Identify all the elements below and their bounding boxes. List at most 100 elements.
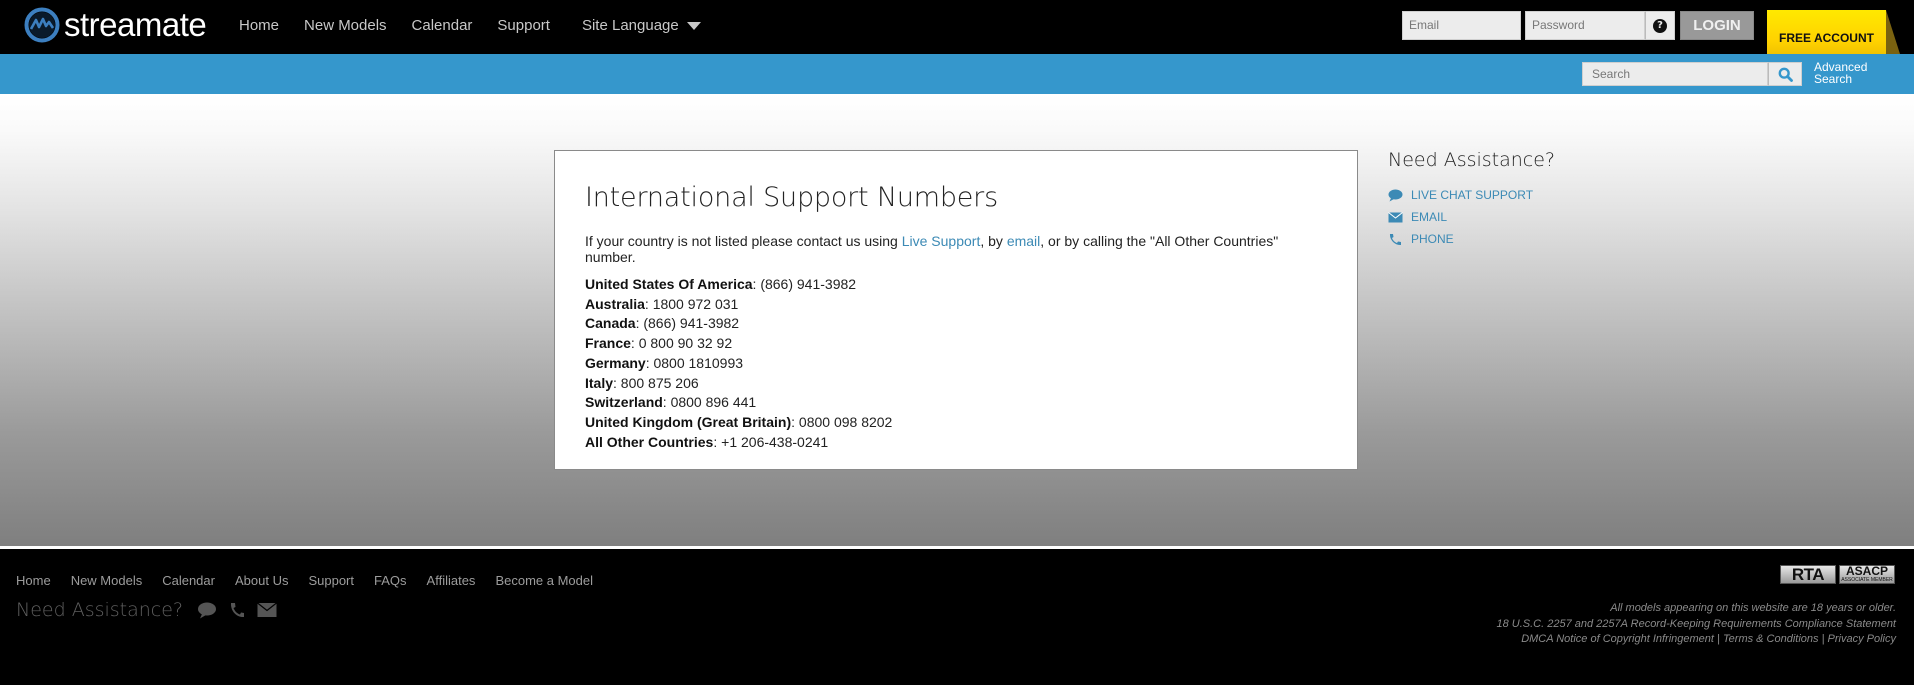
need-assistance-panel: Need Assistance? LIVE CHAT SUPPORT EMAIL (1388, 149, 1555, 250)
phone-icon (1389, 233, 1401, 245)
list-item: All Other Countries: +1 206-438-0241 (585, 433, 829, 450)
legal-notices: All models appearing on this website are… (1497, 601, 1897, 648)
list-item: Germany: 0800 1810993 (585, 354, 744, 371)
footer-nav-about-us[interactable]: About Us (235, 573, 288, 588)
country-name: All Other Countries (585, 433, 714, 450)
search-form: Search (1582, 62, 1802, 86)
footer-nav: Home New Models Calendar About Us Suppor… (16, 573, 613, 588)
envelope-icon (1388, 211, 1403, 222)
logo-icon (24, 7, 60, 43)
footer-nav-home[interactable]: Home (16, 573, 51, 588)
phone-icon[interactable] (229, 601, 245, 619)
list-item: Switzerland: 0800 896 441 (585, 394, 757, 411)
search-bar: Search Advanced Search (0, 54, 1914, 94)
forgot-password-button[interactable]: ? (1645, 11, 1675, 40)
list-item: Australia: 1800 972 031 (585, 295, 739, 312)
phone-number: +1 206-438-0241 (721, 433, 829, 450)
assistance-links: LIVE CHAT SUPPORT EMAIL PHONE (1388, 184, 1555, 250)
country-name: Canada (585, 315, 636, 332)
footer-nav-support[interactable]: Support (308, 573, 354, 588)
assistance-link-label: PHONE (1411, 232, 1454, 246)
phone-number: 800 875 206 (620, 374, 699, 391)
search-input[interactable]: Search (1582, 62, 1768, 86)
list-item: Italy: 800 875 206 (585, 374, 699, 391)
footer-need-assistance-title: Need Assistance? (16, 599, 184, 621)
asacp-badge-sub: ASSOCIATE MEMBER (1841, 577, 1893, 583)
dmca-link[interactable]: DMCA Notice of Copyright Infringement (1521, 633, 1714, 645)
advanced-search-link[interactable]: Advanced Search (1814, 61, 1867, 85)
top-nav-bar: streamate Home New Models Calendar Suppo… (0, 0, 1914, 54)
need-assistance-title: Need Assistance? (1388, 149, 1556, 171)
envelope-icon[interactable] (257, 602, 277, 618)
phone-number: 1800 972 031 (652, 295, 739, 312)
age-statement: All models appearing on this website are… (1610, 602, 1896, 614)
list-item: Canada: (866) 941-3982 (585, 315, 740, 332)
country-name: Germany (585, 354, 646, 371)
legal-separator: | (1818, 633, 1828, 645)
email-input[interactable]: Email (1402, 11, 1521, 40)
email-support-link[interactable]: EMAIL (1388, 206, 1555, 228)
brand-name: streamate (64, 6, 207, 43)
legal-separator: | (1713, 633, 1723, 645)
phone-number: 0800 1810993 (653, 354, 744, 371)
caret-down-icon (686, 22, 701, 30)
intro-text-part: , by (980, 233, 1007, 249)
free-account-ribbon-fold (1886, 10, 1900, 54)
assistance-link-label: EMAIL (1411, 210, 1448, 224)
list-item: United Kingdom (Great Britain): 0800 098… (585, 413, 893, 430)
compliance-statement-link[interactable]: 18 U.S.C. 2257 and 2257A Record-Keeping … (1497, 618, 1897, 630)
footer-nav-faqs[interactable]: FAQs (374, 573, 407, 588)
password-input[interactable]: Password (1525, 11, 1645, 40)
live-support-link[interactable]: Live Support (902, 233, 981, 249)
nav-home[interactable]: Home (239, 17, 279, 34)
chat-bubble-icon[interactable] (197, 601, 217, 619)
question-circle-icon: ? (1653, 18, 1667, 33)
intro-text-part: If your country is not listed please con… (585, 233, 902, 249)
advanced-search-line2: Search (1814, 72, 1853, 86)
intro-text: If your country is not listed please con… (585, 233, 1327, 265)
country-name: France (585, 335, 631, 352)
privacy-policy-link[interactable]: Privacy Policy (1828, 633, 1896, 645)
phone-number: 0800 896 441 (670, 394, 757, 411)
footer-nav-new-models[interactable]: New Models (71, 573, 143, 588)
country-name: United States Of America (585, 276, 753, 292)
list-item: France: 0 800 90 32 92 (585, 335, 733, 352)
main-nav: Home New Models Calendar Support Site La… (239, 17, 726, 34)
compliance-badges: RTA ASACP ASSOCIATE MEMBER (1780, 565, 1895, 584)
nav-calendar[interactable]: Calendar (412, 17, 473, 34)
phone-number: (866) 941-3982 (643, 315, 740, 332)
terms-link[interactable]: Terms & Conditions (1723, 633, 1819, 645)
country-name: Switzerland (585, 394, 663, 411)
asacp-badge[interactable]: ASACP ASSOCIATE MEMBER (1839, 565, 1895, 584)
login-button[interactable]: LOGIN (1680, 11, 1754, 40)
phone-number: (866) 941-3982 (760, 276, 857, 292)
nav-support[interactable]: Support (497, 17, 550, 34)
site-language-dropdown[interactable]: Site Language (582, 17, 701, 34)
footer-nav-calendar[interactable]: Calendar (162, 573, 215, 588)
search-icon (1778, 67, 1793, 82)
country-name: Australia (585, 295, 645, 312)
email-link[interactable]: email (1007, 233, 1040, 249)
assistance-link-label: LIVE CHAT SUPPORT (1411, 188, 1534, 202)
phone-support-link[interactable]: PHONE (1388, 228, 1555, 250)
main-content: International Support Numbers If your co… (0, 94, 1914, 546)
support-numbers-list: United States Of America: (866) 941-3982… (585, 275, 1327, 452)
footer-nav-affiliates[interactable]: Affiliates (427, 573, 476, 588)
search-button[interactable] (1768, 62, 1802, 86)
live-chat-support-link[interactable]: LIVE CHAT SUPPORT (1388, 184, 1555, 206)
logo[interactable]: streamate (24, 6, 207, 43)
free-account-button[interactable]: FREE ACCOUNT (1767, 10, 1886, 54)
chat-bubble-icon (1388, 189, 1403, 201)
rta-badge[interactable]: RTA (1780, 565, 1836, 584)
asacp-badge-label: ASACP (1845, 564, 1888, 578)
nav-new-models[interactable]: New Models (304, 17, 387, 34)
site-language-label: Site Language (581, 17, 679, 34)
footer: Home New Models Calendar About Us Suppor… (0, 549, 1914, 685)
phone-number: 0 800 90 32 92 (638, 335, 733, 352)
footer-nav-become-a-model[interactable]: Become a Model (495, 573, 593, 588)
phone-number: 0800 098 8202 (798, 413, 893, 430)
footer-need-assistance: Need Assistance? (16, 599, 277, 621)
country-name: Italy (585, 374, 614, 391)
support-numbers-card: International Support Numbers If your co… (554, 150, 1358, 470)
login-form: Email Password ? LOGIN (1402, 11, 1754, 40)
